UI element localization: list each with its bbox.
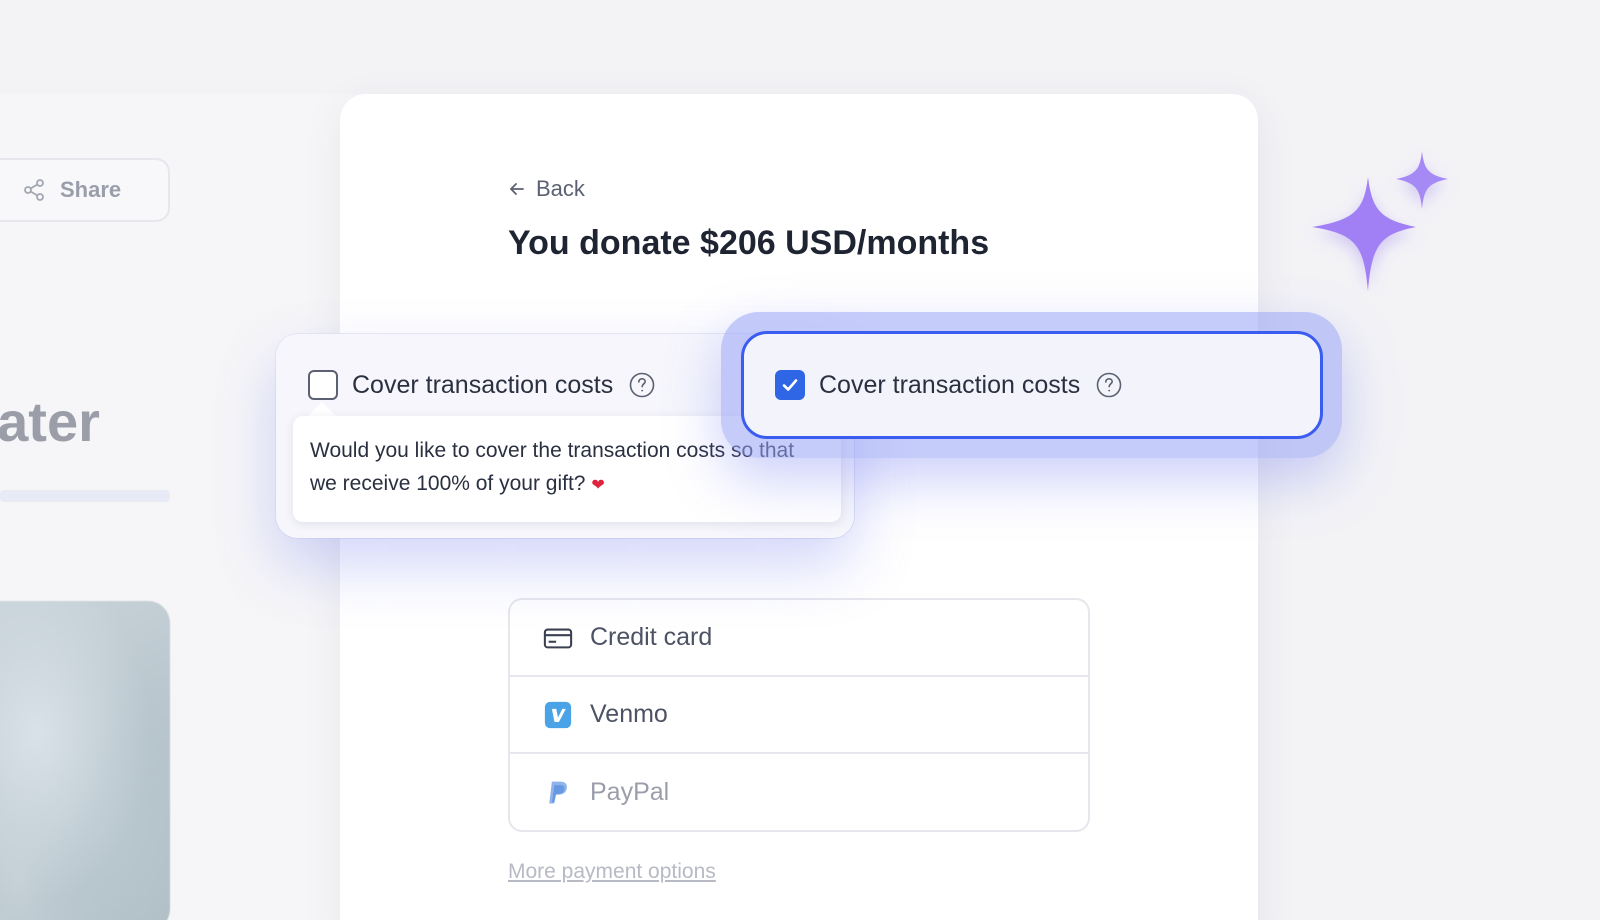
- cover-costs-option-checked[interactable]: Cover transaction costs: [775, 370, 1122, 400]
- campaign-title-line2: vater: [0, 390, 100, 453]
- donation-headline: You donate $206 USD/months: [508, 224, 990, 262]
- question-icon[interactable]: [629, 372, 655, 398]
- campaign-title: p vater: [0, 320, 100, 460]
- share-icon: [24, 179, 44, 201]
- payment-option-label: Credit card: [590, 623, 713, 651]
- heart-icon: ❤: [591, 477, 605, 494]
- share-button[interactable]: Share: [0, 158, 170, 222]
- cover-costs-label: Cover transaction costs: [352, 370, 614, 399]
- checkbox-unchecked[interactable]: [308, 370, 338, 400]
- share-label: Share: [60, 177, 122, 202]
- sparkle-icon: [1312, 151, 1448, 291]
- checkbox-checked[interactable]: [775, 370, 805, 400]
- tooltip-text: Would you like to cover the transaction …: [310, 439, 795, 495]
- stage: Share p vater Back You donate $206 USD/m…: [0, 0, 1600, 920]
- campaign-title-line1: p: [0, 320, 100, 384]
- campaign-image: [0, 601, 170, 920]
- question-icon[interactable]: [1096, 372, 1122, 398]
- arrow-left-icon: [510, 183, 524, 195]
- payment-option-label: Venmo: [590, 700, 668, 728]
- payment-option-label: PayPal: [590, 778, 670, 806]
- checkmark-icon: [782, 379, 798, 391]
- payment-methods-list: Credit card Venmo PayPal: [508, 598, 1090, 832]
- back-link[interactable]: Back: [508, 176, 585, 202]
- cover-costs-label: Cover transaction costs: [819, 370, 1081, 399]
- venmo-icon: [542, 699, 574, 731]
- more-payment-options-link[interactable]: More payment options: [508, 860, 716, 884]
- payment-option-credit-card[interactable]: Credit card: [510, 600, 1088, 677]
- payment-option-paypal[interactable]: PayPal: [510, 754, 1088, 830]
- cover-costs-option-unchecked[interactable]: Cover transaction costs: [308, 370, 655, 400]
- back-label: Back: [536, 176, 585, 201]
- paypal-icon: [542, 777, 574, 809]
- payment-option-venmo[interactable]: Venmo: [510, 677, 1088, 754]
- campaign-progress-bar: [0, 490, 170, 502]
- credit-card-icon: [542, 622, 574, 654]
